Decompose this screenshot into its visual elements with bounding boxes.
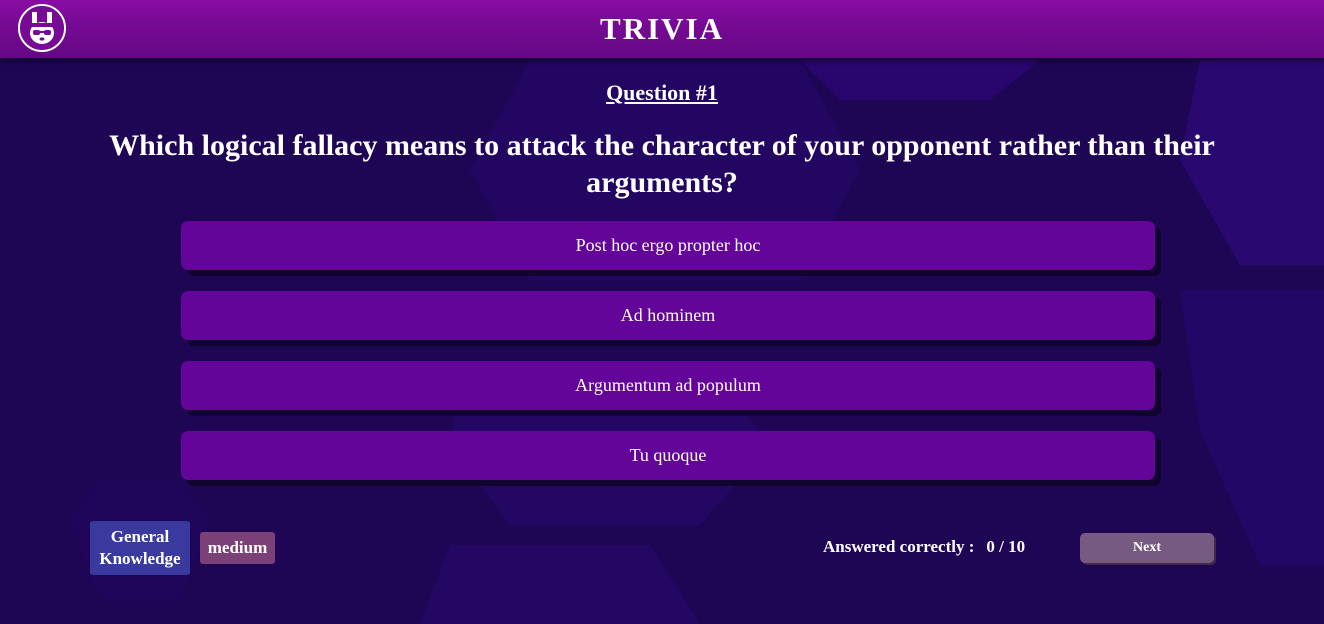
question-number: Question #1 — [606, 80, 718, 105]
score-label: Answered correctly : — [823, 537, 975, 556]
category-badge: General Knowledge — [90, 521, 190, 575]
question-text: Which logical fallacy means to attack th… — [109, 129, 1215, 199]
difficulty-badge: medium — [200, 532, 275, 564]
answer-list: Post hoc ergo propter hoc Ad hominem Arg… — [181, 221, 1155, 501]
app-header: TRIVIA — [0, 0, 1324, 58]
answer-option-4[interactable]: Tu quoque — [181, 431, 1155, 480]
app-title: TRIVIA — [600, 11, 724, 46]
answer-option-2[interactable]: Ad hominem — [181, 291, 1155, 340]
answer-option-3[interactable]: Argumentum ad populum — [181, 361, 1155, 410]
score-value: 0 / 10 — [986, 537, 1026, 556]
answer-option-1[interactable]: Post hoc ergo propter hoc — [181, 221, 1155, 270]
next-button[interactable]: Next — [1080, 533, 1214, 563]
score-display: Answered correctly : 0 / 10 — [823, 537, 1025, 557]
